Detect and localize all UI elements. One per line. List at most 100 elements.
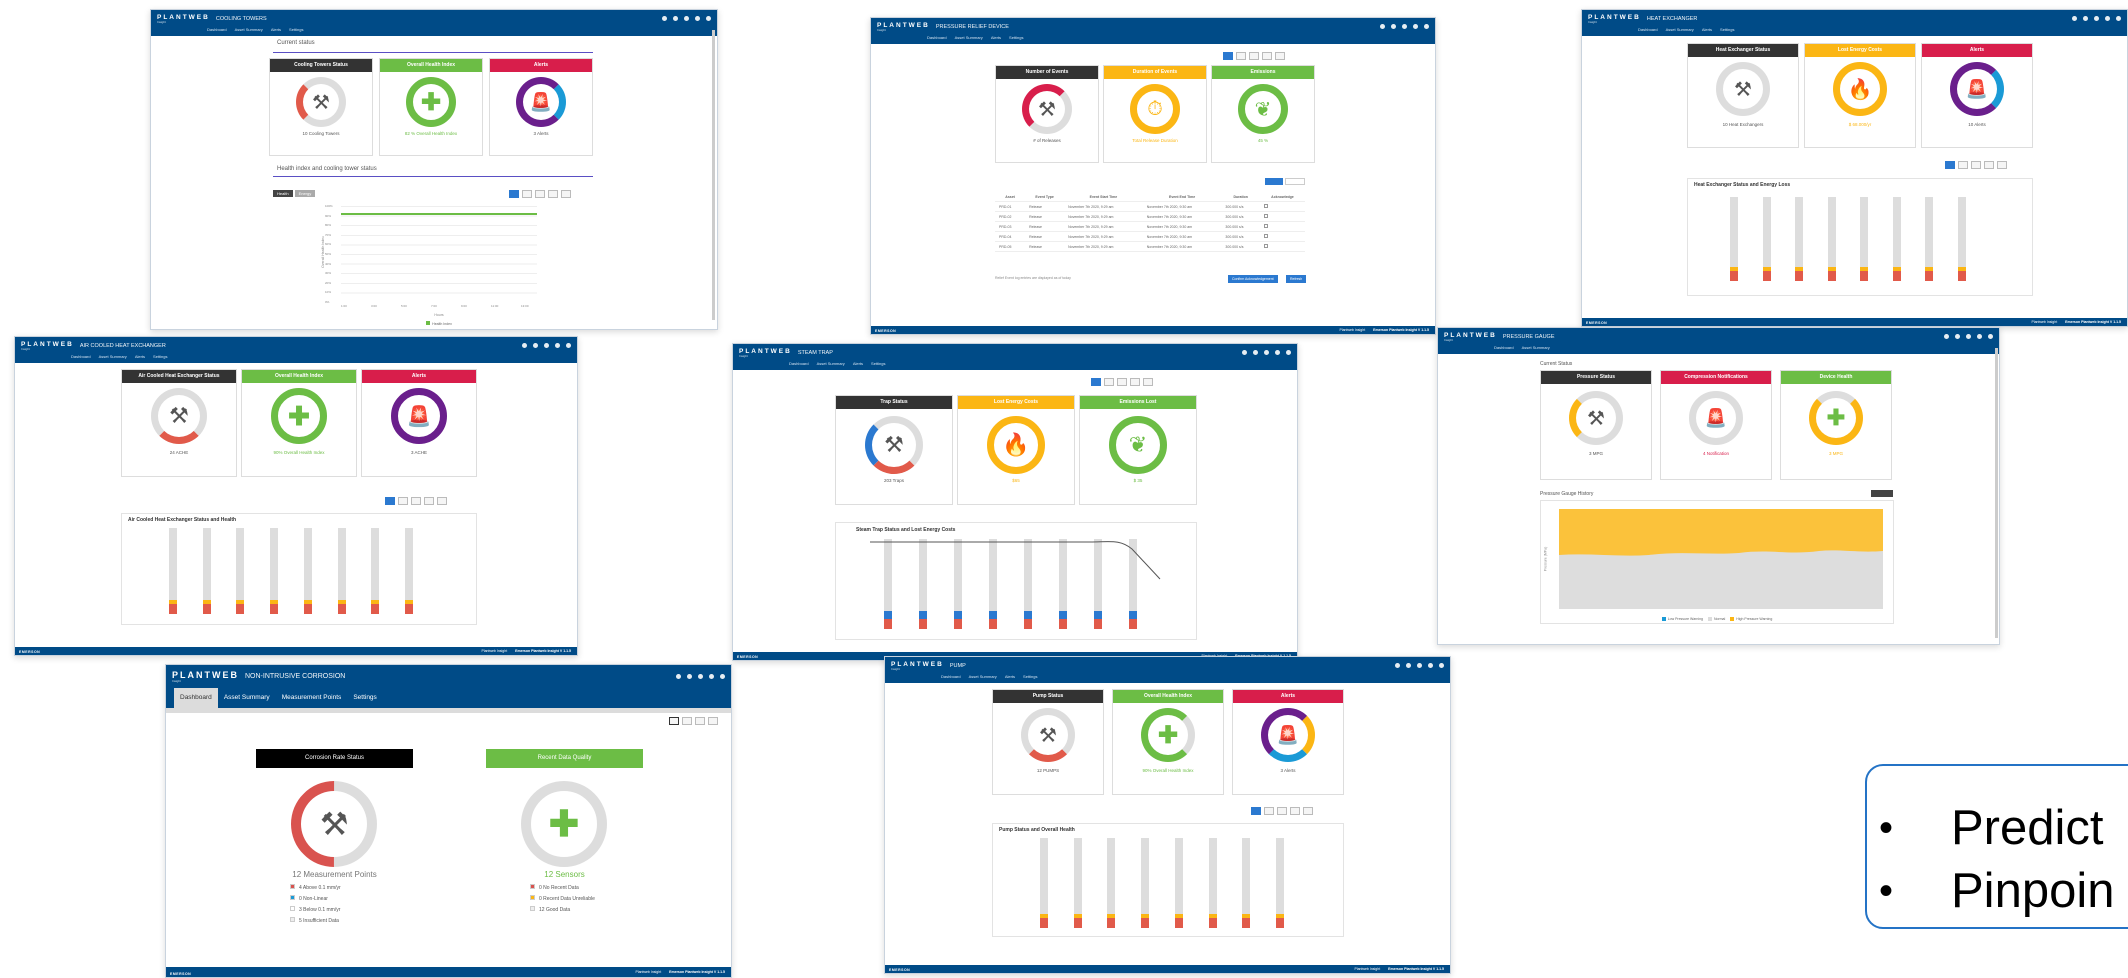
calendar-icon[interactable] xyxy=(1984,161,1994,169)
logout-icon[interactable] xyxy=(720,674,725,679)
view-toolbar[interactable] xyxy=(1223,52,1285,60)
time-icon[interactable] xyxy=(509,190,519,198)
filter-icon[interactable] xyxy=(1264,807,1274,815)
acknowledge-checkbox[interactable] xyxy=(1259,211,1305,222)
time-icon[interactable] xyxy=(1945,161,1955,169)
nav-settings[interactable]: Settings xyxy=(1009,35,1023,40)
events-card[interactable]: Number of Events ⚒ # of Releases xyxy=(995,65,1099,163)
nav-asset-summary[interactable]: Asset Summary xyxy=(1522,345,1550,350)
nav-asset-summary[interactable]: Asset Summary xyxy=(235,27,263,32)
calendar-icon[interactable] xyxy=(548,190,558,198)
logout-icon[interactable] xyxy=(2116,16,2121,21)
health-card[interactable]: Overall Health Index ✚ 82 % Overall Heal… xyxy=(379,58,483,156)
tab-dashboard[interactable]: Dashboard xyxy=(174,688,218,708)
filter-icon[interactable] xyxy=(398,497,408,505)
header-icons[interactable] xyxy=(522,343,571,348)
alerts-card[interactable]: Alerts 🚨 3 Alerts xyxy=(1232,689,1344,795)
nav-alerts[interactable]: Alerts xyxy=(135,354,145,359)
time-icon[interactable] xyxy=(1091,378,1101,386)
home-icon[interactable] xyxy=(676,674,681,679)
confirm-ack-button[interactable]: Confirm Acknowledgement xyxy=(1228,275,1278,283)
info-icon[interactable] xyxy=(1402,24,1407,29)
settings-icon[interactable] xyxy=(1391,24,1396,29)
logout-icon[interactable] xyxy=(566,343,571,348)
calendar-icon[interactable] xyxy=(1997,161,2007,169)
home-icon[interactable] xyxy=(522,343,527,348)
calendar-icon[interactable] xyxy=(1249,52,1259,60)
nav-asset-summary[interactable]: Asset Summary xyxy=(817,361,845,366)
calendar-icon[interactable] xyxy=(708,717,718,725)
home-icon[interactable] xyxy=(1395,663,1400,668)
acknowledge-checkbox[interactable] xyxy=(1259,241,1305,252)
refresh-button[interactable]: Refresh xyxy=(1286,275,1307,283)
scrollbar[interactable] xyxy=(712,30,715,320)
home-icon[interactable] xyxy=(2072,16,2077,21)
toggle-button[interactable] xyxy=(1285,178,1305,185)
alerts-card[interactable]: Alerts 🚨 3 Alerts xyxy=(489,58,593,156)
settings-icon[interactable] xyxy=(533,343,538,348)
info-icon[interactable] xyxy=(2094,16,2099,21)
time-icon[interactable] xyxy=(1251,807,1261,815)
logout-icon[interactable] xyxy=(706,16,711,21)
time-icon[interactable] xyxy=(1223,52,1233,60)
notifications-card[interactable]: Compression Notifications 🚨 4 Notification xyxy=(1660,370,1772,480)
nav-dashboard[interactable]: Dashboard xyxy=(1494,345,1514,350)
chart-toolbar[interactable] xyxy=(1945,161,2007,169)
user-icon[interactable] xyxy=(709,674,714,679)
pump-status-card[interactable]: Pump Status ⚒ 12 PUMPS xyxy=(992,689,1104,795)
trap-status-card[interactable]: Trap Status ⚒ 203 Traps xyxy=(835,395,953,505)
calendar-icon[interactable] xyxy=(424,497,434,505)
toggle-button[interactable] xyxy=(1265,178,1283,185)
nav-settings[interactable]: Settings xyxy=(871,361,885,366)
health-card[interactable]: Overall Health Index ✚ 90% Overall Health … xyxy=(1112,689,1224,795)
time-icon[interactable] xyxy=(385,497,395,505)
alerts-card[interactable]: Alerts 🚨 3 ACHE xyxy=(361,369,477,477)
header-icons[interactable] xyxy=(1944,334,1993,339)
energy-card[interactable]: Lost Energy Costs 🔥 $65 xyxy=(957,395,1075,505)
device-health-card[interactable]: Device Health ✚ 3 MPG xyxy=(1780,370,1892,480)
settings-icon[interactable] xyxy=(687,674,692,679)
tab-settings[interactable]: Settings xyxy=(347,688,383,708)
info-icon[interactable] xyxy=(1264,350,1269,355)
nav-dashboard[interactable]: Dashboard xyxy=(71,354,91,359)
nav-asset-summary[interactable]: Asset Summary xyxy=(99,354,127,359)
calendar-icon[interactable] xyxy=(1143,378,1153,386)
nav-alerts[interactable]: Alerts xyxy=(991,35,1001,40)
header-icons[interactable] xyxy=(2072,16,2121,21)
status-card[interactable]: Air Cooled Heat Exchanger Status ⚒ 24 ACHE xyxy=(121,369,237,477)
nav-alerts[interactable]: Alerts xyxy=(853,361,863,366)
user-icon[interactable] xyxy=(695,16,700,21)
user-icon[interactable] xyxy=(1977,334,1982,339)
calendar-icon[interactable] xyxy=(1303,807,1313,815)
range-dropdown[interactable] xyxy=(1871,490,1893,497)
info-icon[interactable] xyxy=(544,343,549,348)
settings-icon[interactable] xyxy=(1406,663,1411,668)
pressure-status-card[interactable]: Pressure Status ⚒ 3 MPG xyxy=(1540,370,1652,480)
user-icon[interactable] xyxy=(1413,24,1418,29)
home-icon[interactable] xyxy=(1380,24,1385,29)
emissions-card[interactable]: Emissions ❦ 45 % xyxy=(1211,65,1315,163)
header-icons[interactable] xyxy=(1242,350,1291,355)
view-tabs[interactable]: Health Energy xyxy=(273,190,316,197)
nav-dashboard[interactable]: Dashboard xyxy=(207,27,227,32)
acknowledge-checkbox[interactable] xyxy=(1259,231,1305,242)
calendar-icon[interactable] xyxy=(1971,161,1981,169)
info-icon[interactable] xyxy=(698,674,703,679)
nav-settings[interactable]: Settings xyxy=(289,27,303,32)
chart-toolbar[interactable] xyxy=(1251,807,1313,815)
filter-icon[interactable] xyxy=(1104,378,1114,386)
nav-settings[interactable]: Settings xyxy=(1720,27,1734,32)
nav-dashboard[interactable]: Dashboard xyxy=(789,361,809,366)
nav-settings[interactable]: Settings xyxy=(153,354,167,359)
tab-energy[interactable]: Energy xyxy=(294,190,316,197)
nav-settings[interactable]: Settings xyxy=(1023,674,1037,679)
nav-dashboard[interactable]: Dashboard xyxy=(1638,27,1658,32)
header-icons[interactable] xyxy=(1395,663,1444,668)
view-toolbar[interactable] xyxy=(1091,378,1153,386)
calendar-icon[interactable] xyxy=(682,717,692,725)
duration-card[interactable]: Duration of Events ⏱ Total Release Duratio… xyxy=(1103,65,1207,163)
info-icon[interactable] xyxy=(1417,663,1422,668)
nav-alerts[interactable]: Alerts xyxy=(1702,27,1712,32)
alerts-card[interactable]: Alerts 🚨 10 Alerts xyxy=(1921,43,2033,148)
acknowledge-checkbox[interactable] xyxy=(1259,201,1305,212)
